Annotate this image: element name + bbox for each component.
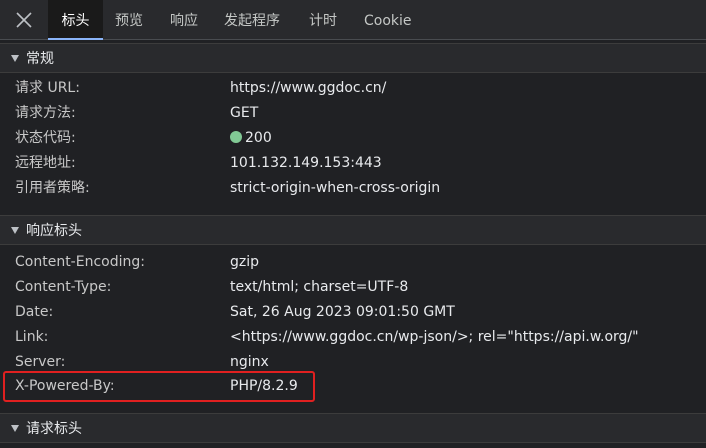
section-title: 常规 xyxy=(26,51,54,67)
general-row-status-code: 状态代码: 200 xyxy=(0,126,706,151)
general-row-referrer-policy: 引用者策略: strict-origin-when-cross-origin xyxy=(0,176,706,201)
row-value: gzip xyxy=(230,254,260,270)
response-row-content-encoding: Content-Encoding: gzip xyxy=(0,250,706,275)
row-value: https://www.ggdoc.cn/ xyxy=(230,80,387,96)
status-code-value: 200 xyxy=(245,130,272,146)
row-value-wrap: 200 xyxy=(230,126,272,151)
response-row-x-powered-by: X-Powered-By: PHP/8.2.9 xyxy=(0,374,706,399)
row-key: Content-Type: xyxy=(15,279,112,295)
row-key: 引用者策略: xyxy=(15,180,90,196)
section-title: 请求标头 xyxy=(26,421,82,437)
tab-response[interactable]: 响应 xyxy=(170,0,198,39)
row-key: Link: xyxy=(15,329,49,345)
devtools-tabbar: 标头 预览 响应 发起程序 计时 Cookie xyxy=(0,0,706,40)
response-row-content-type: Content-Type: text/html; charset=UTF-8 xyxy=(0,275,706,300)
row-key: 请求方法: xyxy=(15,105,76,121)
collapse-triangle-icon xyxy=(11,55,19,62)
row-value: strict-origin-when-cross-origin xyxy=(230,180,441,196)
row-key: Server: xyxy=(15,354,66,370)
row-value: <https://www.ggdoc.cn/wp-json/>; rel="ht… xyxy=(230,329,639,345)
row-value: text/html; charset=UTF-8 xyxy=(230,279,409,295)
row-key: X-Powered-By: xyxy=(15,378,115,394)
collapse-triangle-icon xyxy=(11,227,19,234)
tab-preview[interactable]: 预览 xyxy=(115,0,143,39)
response-row-link: Link: <https://www.ggdoc.cn/wp-json/>; r… xyxy=(0,325,706,350)
tab-initiator[interactable]: 发起程序 xyxy=(224,0,280,39)
row-value: Sat, 26 Aug 2023 09:01:50 GMT xyxy=(230,304,455,320)
row-value: PHP/8.2.9 xyxy=(230,378,298,394)
tab-headers[interactable]: 标头 xyxy=(48,0,103,40)
tab-cookies[interactable]: Cookie xyxy=(364,0,412,39)
section-request-headers-header[interactable]: 请求标头 xyxy=(0,413,706,443)
status-ok-icon xyxy=(230,131,242,143)
section-title: 响应标头 xyxy=(26,223,82,239)
row-key: 远程地址: xyxy=(15,155,76,171)
section-response-headers-header[interactable]: 响应标头 xyxy=(0,215,706,245)
response-row-date: Date: Sat, 26 Aug 2023 09:01:50 GMT xyxy=(0,300,706,325)
general-row-request-url: 请求 URL: https://www.ggdoc.cn/ xyxy=(0,76,706,101)
collapse-triangle-icon xyxy=(11,425,19,432)
row-key: Date: xyxy=(15,304,54,320)
general-row-request-method: 请求方法: GET xyxy=(0,101,706,126)
close-icon[interactable] xyxy=(10,6,38,34)
section-general-header[interactable]: 常规 xyxy=(0,43,706,73)
general-row-remote-address: 远程地址: 101.132.149.153:443 xyxy=(0,151,706,176)
row-value: 101.132.149.153:443 xyxy=(230,155,382,171)
row-value: GET xyxy=(230,105,259,121)
row-key: 状态代码: xyxy=(15,130,76,146)
tab-timing[interactable]: 计时 xyxy=(309,0,337,39)
row-key: 请求 URL: xyxy=(15,80,80,96)
row-key: Content-Encoding: xyxy=(15,254,145,270)
response-row-server: Server: nginx xyxy=(0,350,706,375)
row-value: nginx xyxy=(230,354,269,370)
